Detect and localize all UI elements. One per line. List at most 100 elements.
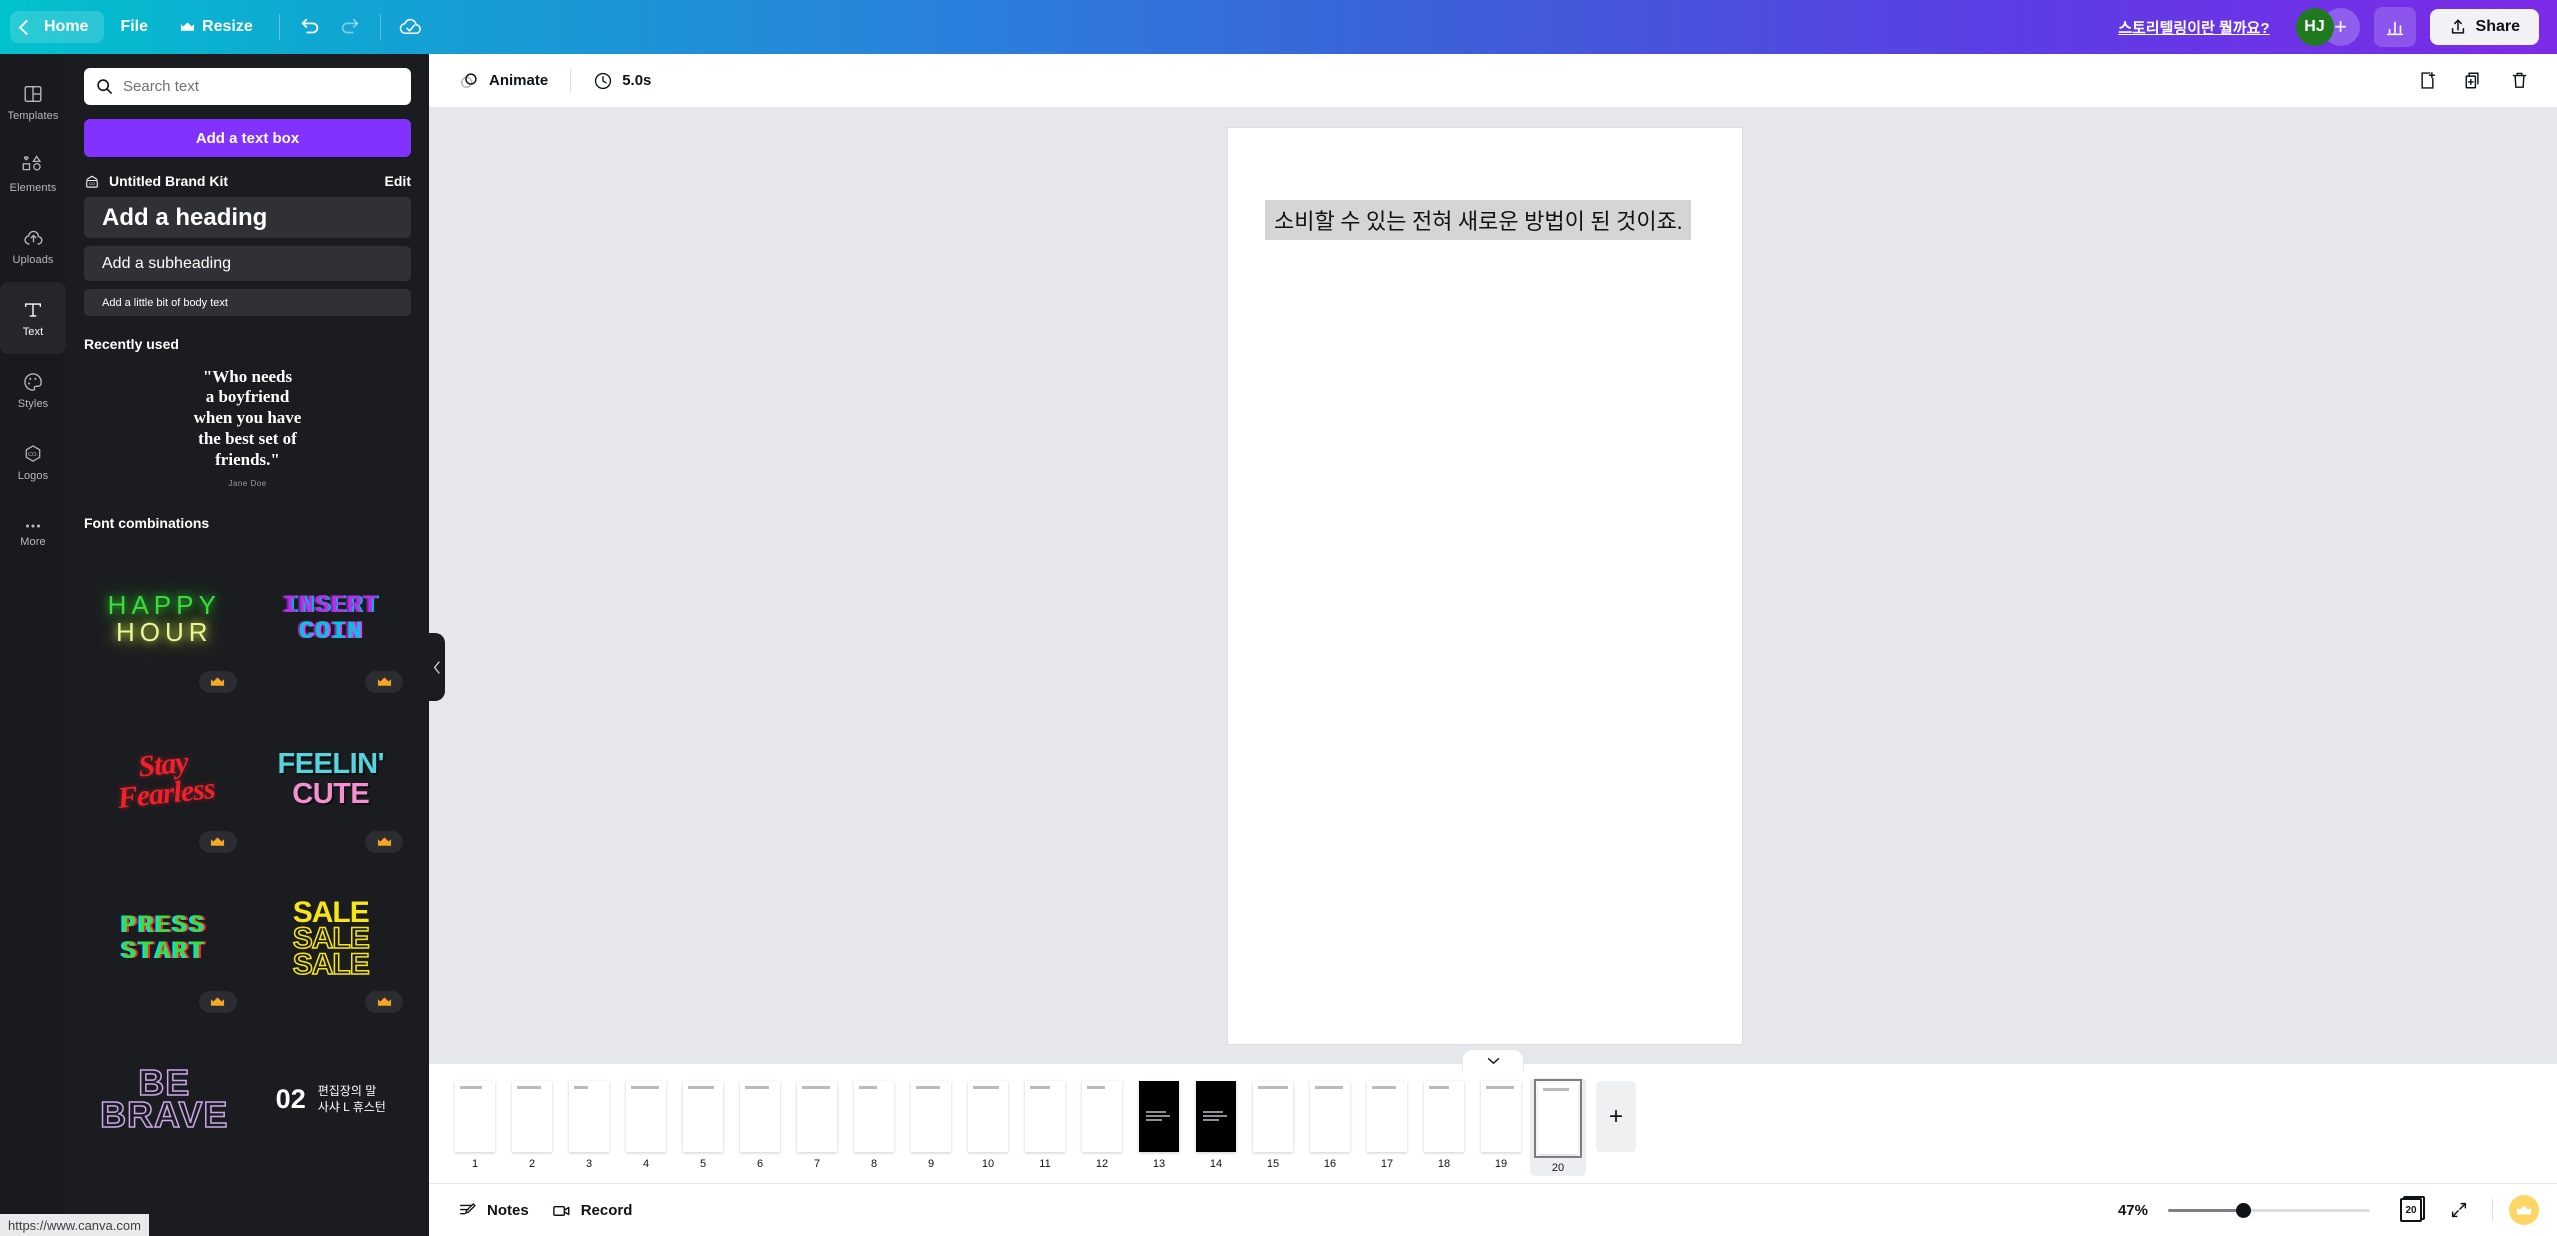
share-button[interactable]: Share — [2429, 9, 2539, 45]
preview-line: START — [121, 937, 207, 966]
fullscreen-button[interactable] — [2442, 1193, 2476, 1227]
animate-button[interactable]: Animate — [447, 63, 560, 98]
page-thumbnail-7[interactable]: 7 — [789, 1078, 845, 1172]
add-text-box-button[interactable]: Add a text box — [84, 119, 411, 157]
recent-quote: "Who needs a boyfriend when you have the… — [194, 367, 302, 471]
page-count-button[interactable]: 20 — [2394, 1193, 2428, 1227]
preview-lines: 편집장의 말 사샤 L 휴스턴 — [318, 1083, 386, 1115]
font-combination-stay-fearless[interactable]: Stay Fearless — [84, 699, 245, 859]
page-thumbnail-18[interactable]: 18 — [1416, 1078, 1472, 1172]
search-bar[interactable] — [84, 68, 411, 105]
font-combinations-grid: HAPPY HOUR INSERT COIN Stay Fearless FEE… — [84, 539, 411, 1179]
page-thumbnail-10[interactable]: 10 — [960, 1078, 1016, 1172]
sidebar-item-text[interactable]: Text — [0, 282, 66, 354]
thumbnail-preview — [455, 1081, 495, 1152]
duplicate-page-button[interactable] — [2453, 61, 2493, 101]
page-thumbnail-6[interactable]: 6 — [732, 1078, 788, 1172]
font-preview: BE BRAVE — [99, 1063, 229, 1135]
page-thumbnail-20[interactable]: 20 — [1530, 1078, 1586, 1176]
preview-line: FEELIN' — [277, 747, 384, 780]
page-text-element[interactable]: 소비할 수 있는 전혀 새로운 방법이 된 것이죠. — [1265, 200, 1692, 240]
page-thumbnail-14[interactable]: 14 — [1188, 1078, 1244, 1172]
thumbnail-content — [631, 1086, 659, 1089]
insights-button[interactable] — [2373, 7, 2416, 47]
page-thumbnail-15[interactable]: 15 — [1245, 1078, 1301, 1172]
font-combination-sale[interactable]: SALE SALE SALE — [251, 859, 412, 1019]
font-combination-be-brave[interactable]: BE BRAVE — [84, 1019, 245, 1179]
promo-link[interactable]: 스토리텔링이란 뭘까요? — [2118, 17, 2269, 38]
thumbnail-preview — [569, 1081, 609, 1152]
search-icon — [96, 78, 113, 95]
font-combination-press-start[interactable]: PRESS START — [84, 859, 245, 1019]
search-input[interactable] — [123, 78, 399, 95]
thumbnail-preview — [512, 1081, 552, 1152]
collapse-panel-button[interactable] — [429, 633, 445, 701]
preview-line: 편집장의 말 — [317, 1083, 377, 1098]
zoom-slider[interactable] — [2168, 1202, 2370, 1218]
page-thumbnail-12[interactable]: 12 — [1074, 1078, 1130, 1172]
page-thumbnail-16[interactable]: 16 — [1302, 1078, 1358, 1172]
page-thumbnail-11[interactable]: 11 — [1017, 1078, 1073, 1172]
templates-icon — [22, 83, 44, 105]
font-combination-korean-editor[interactable]: 02 편집장의 말 사샤 L 휴스턴 — [251, 1019, 412, 1179]
sidebar-item-elements[interactable]: Elements — [0, 138, 66, 210]
page-number: 8 — [870, 1158, 878, 1170]
brand-kit-edit-button[interactable]: Edit — [385, 173, 411, 189]
redo-button[interactable] — [330, 7, 370, 47]
pro-badge — [198, 831, 237, 853]
sidebar-label: Text — [22, 325, 44, 338]
add-page-thumbnail-button[interactable]: + — [1596, 1081, 1636, 1152]
recently-used-item[interactable]: "Who needs a boyfriend when you have the… — [84, 360, 411, 495]
page-thumbnail-1[interactable]: 1 — [447, 1078, 503, 1172]
slider-knob[interactable] — [2236, 1202, 2251, 1218]
record-button[interactable]: Record — [540, 1193, 644, 1228]
page-thumbnail-2[interactable]: 2 — [504, 1078, 560, 1172]
preview-line: COIN — [298, 617, 363, 646]
collapse-strip-button[interactable] — [1462, 1049, 1524, 1071]
quote-line: a boyfriend — [205, 387, 290, 407]
resize-label: Resize — [202, 18, 253, 35]
add-subheading-button[interactable]: Add a subheading — [84, 246, 411, 281]
add-heading-button[interactable]: Add a heading — [84, 197, 411, 238]
pro-badge — [365, 991, 403, 1013]
page-thumbnail-3[interactable]: 3 — [561, 1078, 617, 1172]
avatar[interactable]: HJ — [2295, 8, 2334, 46]
thumbnail-preview — [911, 1081, 951, 1152]
duration-button[interactable]: 5.0s — [581, 64, 663, 98]
sidebar-item-more[interactable]: More — [0, 498, 66, 570]
file-menu-button[interactable]: File — [104, 11, 164, 43]
font-combination-feelin-cute[interactable]: FEELIN' CUTE — [251, 699, 412, 859]
page-thumbnail-13[interactable]: 13 — [1131, 1078, 1187, 1172]
page-thumbnail-17[interactable]: 17 — [1359, 1078, 1415, 1172]
page-thumbnail-9[interactable]: 9 — [903, 1078, 959, 1172]
sidebar-item-styles[interactable]: Styles — [0, 354, 66, 426]
font-combination-happy-hour[interactable]: HAPPY HOUR — [84, 539, 245, 699]
page-number: 18 — [1437, 1158, 1451, 1170]
thumbnail-preview — [1367, 1081, 1407, 1152]
quote-line: "Who needs — [202, 366, 293, 386]
page-thumbnail-8[interactable]: 8 — [846, 1078, 902, 1172]
preview-line: BRAVE — [99, 1094, 229, 1135]
upgrade-pro-button[interactable] — [2509, 1195, 2539, 1225]
page-thumbnail-4[interactable]: 4 — [618, 1078, 674, 1172]
sidebar-item-uploads[interactable]: Uploads — [0, 210, 66, 282]
chevron-left-icon — [433, 660, 441, 674]
chevron-down-icon — [1487, 1057, 1500, 1065]
thumbnail-preview — [1253, 1081, 1293, 1152]
delete-page-button[interactable] — [2499, 61, 2539, 101]
design-page[interactable]: 소비할 수 있는 전혀 새로운 방법이 된 것이죠. — [1228, 128, 1742, 1044]
add-body-text-button[interactable]: Add a little bit of body text — [84, 289, 411, 316]
resize-button[interactable]: Resize — [164, 11, 269, 43]
add-page-button[interactable] — [2407, 61, 2447, 101]
cloud-saved-button[interactable] — [391, 7, 431, 47]
sidebar-item-templates[interactable]: Templates — [0, 66, 66, 138]
sidebar-label: Uploads — [12, 253, 54, 266]
page-thumbnail-5[interactable]: 5 — [675, 1078, 731, 1172]
canvas-area[interactable]: 소비할 수 있는 전혀 새로운 방법이 된 것이죠. — [429, 108, 2557, 1063]
sidebar-item-logos[interactable]: CO. Logos — [0, 426, 66, 498]
page-thumbnail-19[interactable]: 19 — [1473, 1078, 1529, 1172]
notes-button[interactable]: Notes — [447, 1193, 540, 1227]
font-combination-insert-coin[interactable]: INSERT COIN — [251, 539, 412, 699]
undo-button[interactable] — [290, 7, 330, 47]
home-button[interactable]: Home — [10, 11, 105, 43]
